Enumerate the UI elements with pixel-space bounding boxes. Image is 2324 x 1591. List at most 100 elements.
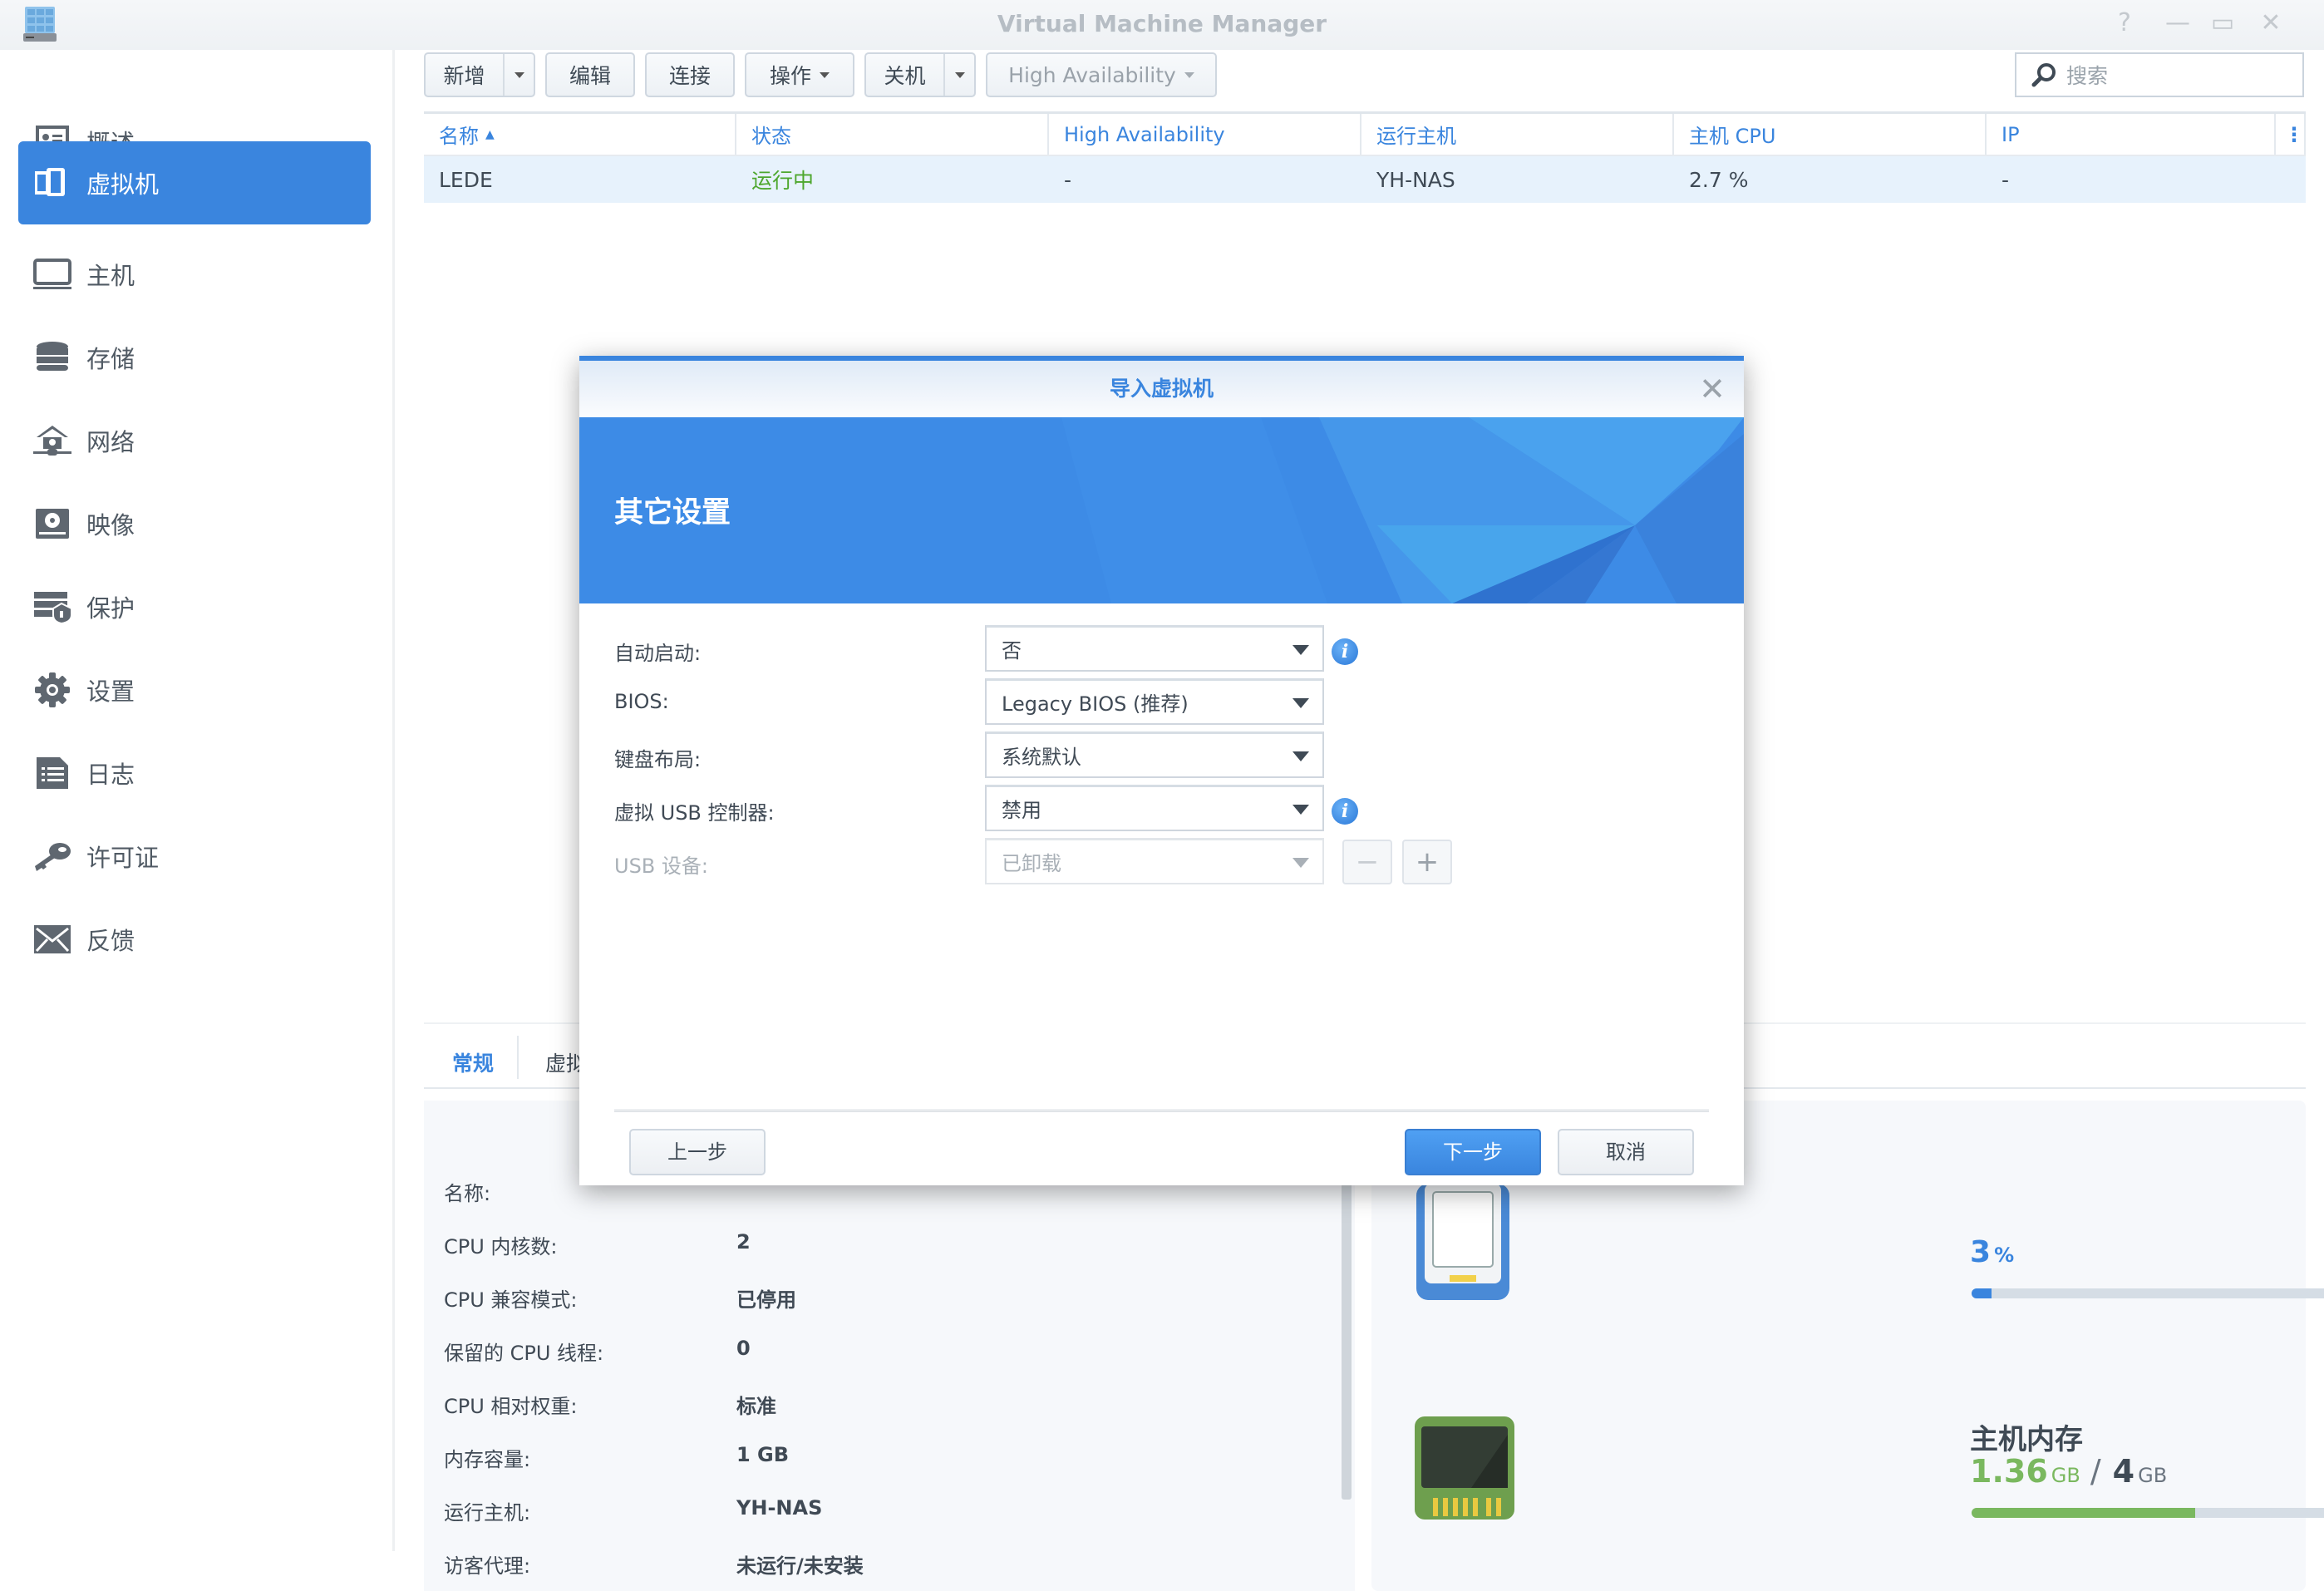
cpu-usage-value: 3% xyxy=(1970,1235,2014,1269)
column-options-icon[interactable]: ⋮ xyxy=(2276,114,2306,155)
sidebar-item-image[interactable]: 映像 xyxy=(18,482,371,565)
column-header-ip[interactable]: IP xyxy=(1987,114,2276,155)
step-title: 其它设置 xyxy=(614,496,731,530)
title-bar: Virtual Machine Manager ? — ▭ ✕ xyxy=(0,0,2324,50)
cancel-button[interactable]: 取消 xyxy=(1558,1129,1694,1175)
column-header-cpu[interactable]: 主机 CPU xyxy=(1674,114,1987,155)
detail-value: 标准 xyxy=(736,1395,776,1418)
close-icon[interactable]: ✕ xyxy=(1699,361,1726,417)
dropdown-arrow-icon xyxy=(1292,751,1309,761)
image-icon xyxy=(33,505,71,543)
sidebar: 概述 虚拟机 主机 存储 网络 映像 保护 设置 日志 许可证 反馈 xyxy=(0,50,395,1551)
column-header-status[interactable]: 状态 xyxy=(736,114,1049,155)
sidebar-item-license[interactable]: 许可证 xyxy=(18,815,371,898)
create-button-label[interactable]: 新增 xyxy=(426,54,505,96)
tab-general[interactable]: 常规 xyxy=(452,1047,494,1077)
autostart-select[interactable]: 否 xyxy=(985,625,1324,672)
sidebar-item-storage[interactable]: 存储 xyxy=(18,316,371,399)
help-icon[interactable]: ? xyxy=(2108,8,2141,38)
sort-ascending-icon: ▲ xyxy=(485,127,495,141)
sidebar-item-label: 反馈 xyxy=(86,927,135,955)
action-button[interactable]: 操作 xyxy=(745,52,854,97)
info-icon[interactable]: i xyxy=(1332,638,1358,665)
column-header-ha[interactable]: High Availability xyxy=(1049,114,1361,155)
protection-icon xyxy=(33,588,71,626)
sidebar-item-settings[interactable]: 设置 xyxy=(18,648,371,731)
maximize-icon[interactable]: ▭ xyxy=(2206,8,2239,38)
dialog-banner: 其它设置 xyxy=(579,417,1744,603)
column-label: 名称 xyxy=(439,125,479,148)
memory-used-unit: GB xyxy=(2051,1464,2080,1487)
cpu-value: 3 xyxy=(1970,1235,1992,1269)
dropdown-arrow-icon xyxy=(1292,645,1309,655)
create-button[interactable]: 新增 xyxy=(424,52,535,97)
memory-chip-icon xyxy=(1413,1415,1516,1523)
search-placeholder: 搜索 xyxy=(2066,64,2109,88)
dropdown-arrow-icon xyxy=(1292,858,1309,868)
memory-total: 4 xyxy=(2112,1453,2135,1490)
bios-value: Legacy BIOS (推荐) xyxy=(1002,692,1189,716)
sidebar-item-host[interactable]: 主机 xyxy=(18,233,371,316)
dialog-separator xyxy=(614,1109,1709,1112)
next-button[interactable]: 下一步 xyxy=(1405,1129,1541,1175)
sidebar-item-label: 虚拟机 xyxy=(86,170,160,199)
column-header-host[interactable]: 运行主机 xyxy=(1361,114,1674,155)
banner-background xyxy=(1061,417,1744,603)
create-dropdown-icon[interactable] xyxy=(505,54,534,96)
network-icon xyxy=(33,421,71,460)
keyboard-layout-select[interactable]: 系统默认 xyxy=(985,731,1324,778)
field-label-keyboard: 键盘布局: xyxy=(614,748,702,771)
cpu-usage-bar xyxy=(1972,1288,2324,1298)
detail-value: 1 GB xyxy=(736,1443,790,1466)
cell-name: LEDE xyxy=(439,167,493,192)
sidebar-item-label: 设置 xyxy=(86,677,135,706)
detail-value: YH-NAS xyxy=(736,1496,823,1520)
memory-separator: / xyxy=(2090,1453,2101,1490)
sidebar-item-label: 存储 xyxy=(86,345,135,373)
dropdown-arrow-icon xyxy=(1292,698,1309,708)
connect-button[interactable]: 连接 xyxy=(645,52,735,97)
memory-used: 1.36 xyxy=(1970,1453,2048,1490)
sidebar-item-protection[interactable]: 保护 xyxy=(18,565,371,648)
shutdown-button[interactable]: 关机 xyxy=(864,52,976,97)
import-vm-dialog: 导入虚拟机 ✕ 其它设置 自动启动: 否 i BIOS: Legacy BIOS… xyxy=(579,356,1744,1185)
shutdown-dropdown-icon[interactable] xyxy=(945,54,974,96)
vm-grid: 名称 ▲ 状态 High Availability 运行主机 主机 CPU IP … xyxy=(424,111,2306,203)
column-header-name[interactable]: 名称 ▲ xyxy=(424,114,736,155)
previous-button[interactable]: 上一步 xyxy=(629,1129,766,1175)
minimize-icon[interactable]: — xyxy=(2161,8,2194,38)
cell-ip: - xyxy=(2001,167,2010,192)
sidebar-item-log[interactable]: 日志 xyxy=(18,731,371,815)
memory-usage-bar xyxy=(1972,1508,2324,1518)
cell-host: YH-NAS xyxy=(1376,167,1455,192)
edit-button[interactable]: 编辑 xyxy=(545,52,635,97)
high-availability-button[interactable]: High Availability xyxy=(986,52,1217,97)
detail-label: 访客代理: xyxy=(444,1554,531,1578)
grid-header: 名称 ▲ 状态 High Availability 运行主机 主机 CPU IP … xyxy=(424,111,2306,156)
usb-controller-select[interactable]: 禁用 xyxy=(985,785,1324,831)
chevron-down-icon xyxy=(1184,71,1194,78)
mail-icon xyxy=(33,920,71,958)
usb-controller-value: 禁用 xyxy=(1002,799,1041,822)
memory-title: 主机内存 xyxy=(1970,1423,2083,1456)
shutdown-button-label[interactable]: 关机 xyxy=(866,54,946,96)
table-row[interactable]: LEDE 运行中 - YH-NAS 2.7 % - xyxy=(424,156,2306,203)
dialog-title: 导入虚拟机 xyxy=(1109,377,1214,401)
usb-device-select: 已卸载 xyxy=(985,838,1324,884)
search-input[interactable]: 搜索 xyxy=(2015,52,2304,97)
host-icon xyxy=(33,255,71,293)
field-label-bios: BIOS: xyxy=(614,690,669,713)
keyboard-layout-value: 系统默认 xyxy=(1002,746,1081,769)
sidebar-item-virtual-machine[interactable]: 虚拟机 xyxy=(18,141,371,224)
add-usb-button[interactable]: + xyxy=(1402,840,1452,884)
virtual-machine-icon xyxy=(33,164,71,202)
info-icon[interactable]: i xyxy=(1332,798,1358,825)
cpu-usage-fill xyxy=(1972,1288,1992,1298)
sidebar-item-feedback[interactable]: 反馈 xyxy=(18,898,371,981)
remove-usb-button[interactable]: − xyxy=(1342,840,1392,884)
detail-label: 运行主机: xyxy=(444,1501,531,1525)
sidebar-item-network[interactable]: 网络 xyxy=(18,399,371,482)
close-icon[interactable]: ✕ xyxy=(2254,8,2287,38)
detail-label: CPU 内核数: xyxy=(444,1235,558,1259)
bios-select[interactable]: Legacy BIOS (推荐) xyxy=(985,678,1324,725)
